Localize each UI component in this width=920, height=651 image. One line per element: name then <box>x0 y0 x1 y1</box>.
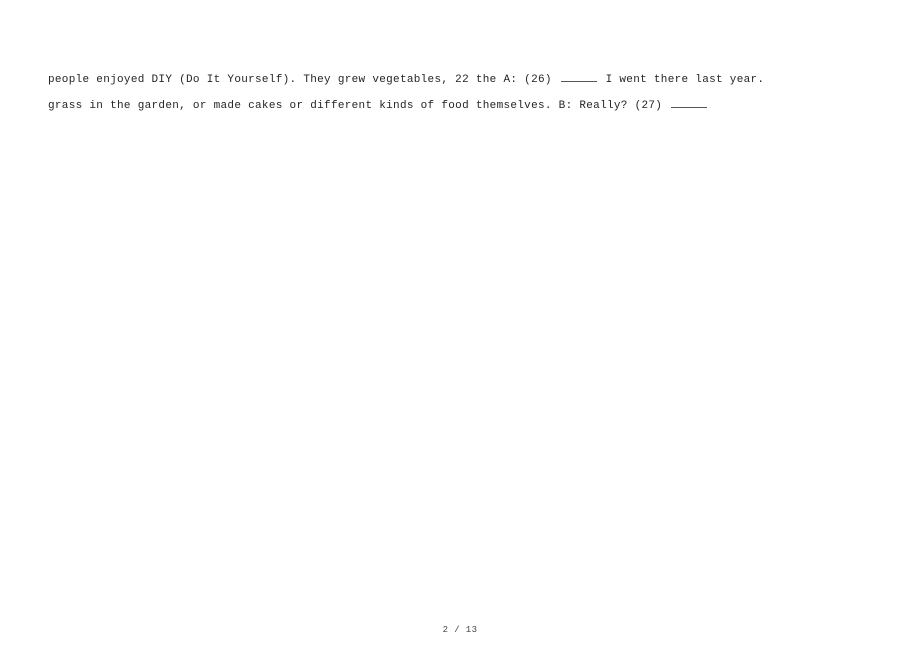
text-segment: grass in the garden, or made cakes or di… <box>48 100 669 112</box>
document-page: people enjoyed DIY (Do It Yourself). The… <box>0 0 920 651</box>
text-segment: I went there last year. <box>599 74 765 86</box>
text-line-2: grass in the garden, or made cakes or di… <box>48 93 872 119</box>
fill-blank-26 <box>561 71 597 82</box>
page-number: 2 / 13 <box>0 625 920 635</box>
text-segment: people enjoyed DIY (Do It Yourself). The… <box>48 74 559 86</box>
text-line-1: people enjoyed DIY (Do It Yourself). The… <box>48 67 872 93</box>
fill-blank-27 <box>671 97 707 108</box>
body-text: people enjoyed DIY (Do It Yourself). The… <box>48 67 872 120</box>
